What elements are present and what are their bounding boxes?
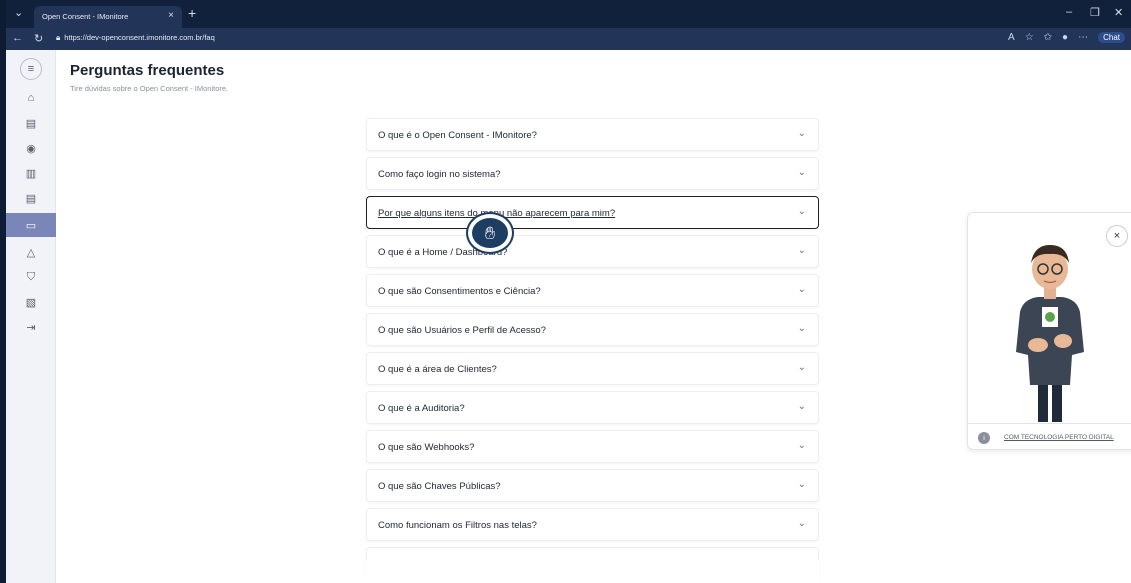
clipboard-icon: ▥ (25, 167, 37, 180)
address-bar: ← ↻ 🔒︎ https://dev-openconsent.imonitore.… (6, 28, 1131, 50)
faq-question: O que são Webhooks? (378, 442, 475, 453)
close-window-icon[interactable]: ✕ (1114, 6, 1123, 19)
back-icon[interactable]: ← (12, 32, 23, 44)
widget-footer: i COM TECNOLOGIA PERTO DIGITAL (968, 423, 1131, 451)
faq-question: O que são Consentimentos e Ciência? (378, 286, 541, 297)
faq-list: O que é o Open Consent - IMonitore? ⌄ Com… (366, 118, 819, 583)
sign-language-avatar (1016, 245, 1084, 422)
browser-tab[interactable]: Open Consent - IMonitore × (34, 6, 182, 28)
perto-logo-icon: i (978, 432, 990, 444)
chevron-down-icon: ⌄ (797, 323, 806, 334)
chevron-down-icon: ⌄ (797, 245, 806, 256)
faq-item[interactable]: O que é a Auditoria? ⌄ (366, 391, 819, 424)
copilot-chat-button[interactable]: Chat (1098, 32, 1125, 43)
favorite-star-icon[interactable]: ☆ (1025, 32, 1034, 43)
toolbar-icons: A ☆ ✩ ● ⋯ Chat (1008, 32, 1125, 43)
chevron-down-icon: ⌄ (797, 284, 806, 295)
sign-language-widget: × i COM TECNOLOGIA PERTO DIGITAL (967, 212, 1131, 450)
sidebar-item-files[interactable]: ▤ (6, 186, 56, 210)
sidebar-item-clipboard[interactable]: ▥ (6, 161, 56, 185)
sidebar-item-faq[interactable]: ▭ (6, 213, 56, 237)
faq-question: O que é a área de Clientes? (378, 364, 497, 375)
faq-question: Como funcionam os Filtros nas telas? (378, 520, 537, 531)
read-aloud-icon[interactable]: A (1008, 32, 1015, 43)
chevron-down-icon: ⌄ (797, 518, 806, 529)
document-icon: ▤ (25, 117, 37, 130)
faq-item[interactable]: Como funcionam os Filtros nas telas? ⌄ (366, 508, 819, 541)
sidebar-item-home[interactable]: ⌂ (6, 86, 56, 110)
sidebar-item-documents[interactable]: ▤ (6, 111, 56, 135)
lock-icon: 🔒︎ (56, 33, 61, 42)
url-field[interactable]: 🔒︎ https://dev-openconsent.imonitore.com.… (56, 33, 215, 43)
faq-item-focused[interactable]: Por que alguns itens do menu não aparece… (366, 196, 819, 229)
favorites-icon[interactable]: ✩ (1044, 32, 1052, 43)
tab-menu-icon[interactable]: ⌄ (14, 6, 23, 19)
sidebar-item-view[interactable]: ◉ (6, 136, 56, 160)
chat-icon: ▭ (25, 219, 37, 232)
sidebar: ≡ ⌂ ▤ ◉ ▥ ▤ ▭ △ ⛉ ▧ ⇥ (6, 50, 56, 583)
minimize-icon[interactable]: – (1066, 6, 1072, 18)
faq-question: O que é o Open Consent - IMonitore? (378, 130, 537, 141)
home-icon: ⌂ (27, 92, 35, 104)
logout-icon: ⇥ (26, 321, 36, 334)
faq-question: O que é a Auditoria? (378, 403, 465, 414)
faq-item[interactable]: O que é a Home / Dashboard? ⌄ (366, 235, 819, 268)
chevron-down-icon: ⌄ (797, 167, 806, 178)
more-icon[interactable]: ⋯ (1078, 32, 1088, 43)
faq-question: O que são Chaves Públicas? (378, 481, 501, 492)
page-title: Perguntas frequentes (70, 62, 225, 79)
faq-item[interactable]: O que é a área de Clientes? ⌄ (366, 352, 819, 385)
shield-icon: ⛉ (26, 270, 36, 283)
restore-icon[interactable]: ❐ (1090, 6, 1100, 19)
tab-bar: ⌄ Open Consent - IMonitore × + – ❐ ✕ (6, 0, 1131, 28)
eye-icon: ◉ (26, 142, 36, 155)
faq-item[interactable]: O que é o Open Consent - IMonitore? ⌄ (366, 118, 819, 151)
sidebar-item-security[interactable]: ⛉ (6, 265, 56, 289)
chevron-down-icon: ⌄ (797, 128, 806, 139)
file-icon: ▤ (25, 192, 37, 205)
sidebar-item-logout[interactable]: ⇥ (6, 315, 56, 339)
widget-credit-link[interactable]: COM TECNOLOGIA PERTO DIGITAL (1004, 434, 1114, 441)
page-subtitle: Tire dúvidas sobre o Open Consent - IMon… (70, 84, 229, 93)
chevron-down-icon: ⌄ (797, 440, 806, 451)
tab-close-icon[interactable]: × (168, 10, 174, 21)
faq-question: Como faço login no sistema? (378, 169, 501, 180)
menu-toggle-icon[interactable]: ≡ (20, 58, 42, 80)
faq-item[interactable]: O que são Consentimentos e Ciência? ⌄ (366, 274, 819, 307)
sign-language-cursor-icon[interactable]: ✋︎ (468, 214, 512, 252)
faq-question: O que são Usuários e Perfil de Acesso? (378, 325, 546, 336)
scroll-clip (366, 560, 819, 583)
chevron-down-icon: ⌄ (797, 206, 806, 217)
sidebar-item-alerts[interactable]: △ (6, 240, 56, 264)
new-tab-button[interactable]: + (188, 5, 196, 21)
chevron-down-icon: ⌄ (797, 479, 806, 490)
tab-title: Open Consent - IMonitore (42, 12, 129, 21)
chevron-down-icon: ⌄ (797, 401, 806, 412)
refresh-icon[interactable]: ↻ (34, 32, 43, 45)
faq-item[interactable]: O que são Chaves Públicas? ⌄ (366, 469, 819, 502)
profile-icon[interactable]: ● (1062, 32, 1068, 43)
browser-window: ⌄ Open Consent - IMonitore × + – ❐ ✕ ← ↻… (6, 0, 1131, 583)
warning-icon: △ (26, 246, 36, 259)
faq-item[interactable]: Como faço login no sistema? ⌄ (366, 157, 819, 190)
faq-item[interactable]: O que são Webhooks? ⌄ (366, 430, 819, 463)
url-text: https://dev-openconsent.imonitore.com.br… (64, 33, 215, 42)
faq-item[interactable]: O que são Usuários e Perfil de Acesso? ⌄ (366, 313, 819, 346)
report-icon: ▧ (25, 296, 37, 309)
sidebar-item-reports[interactable]: ▧ (6, 290, 56, 314)
chevron-down-icon: ⌄ (797, 362, 806, 373)
